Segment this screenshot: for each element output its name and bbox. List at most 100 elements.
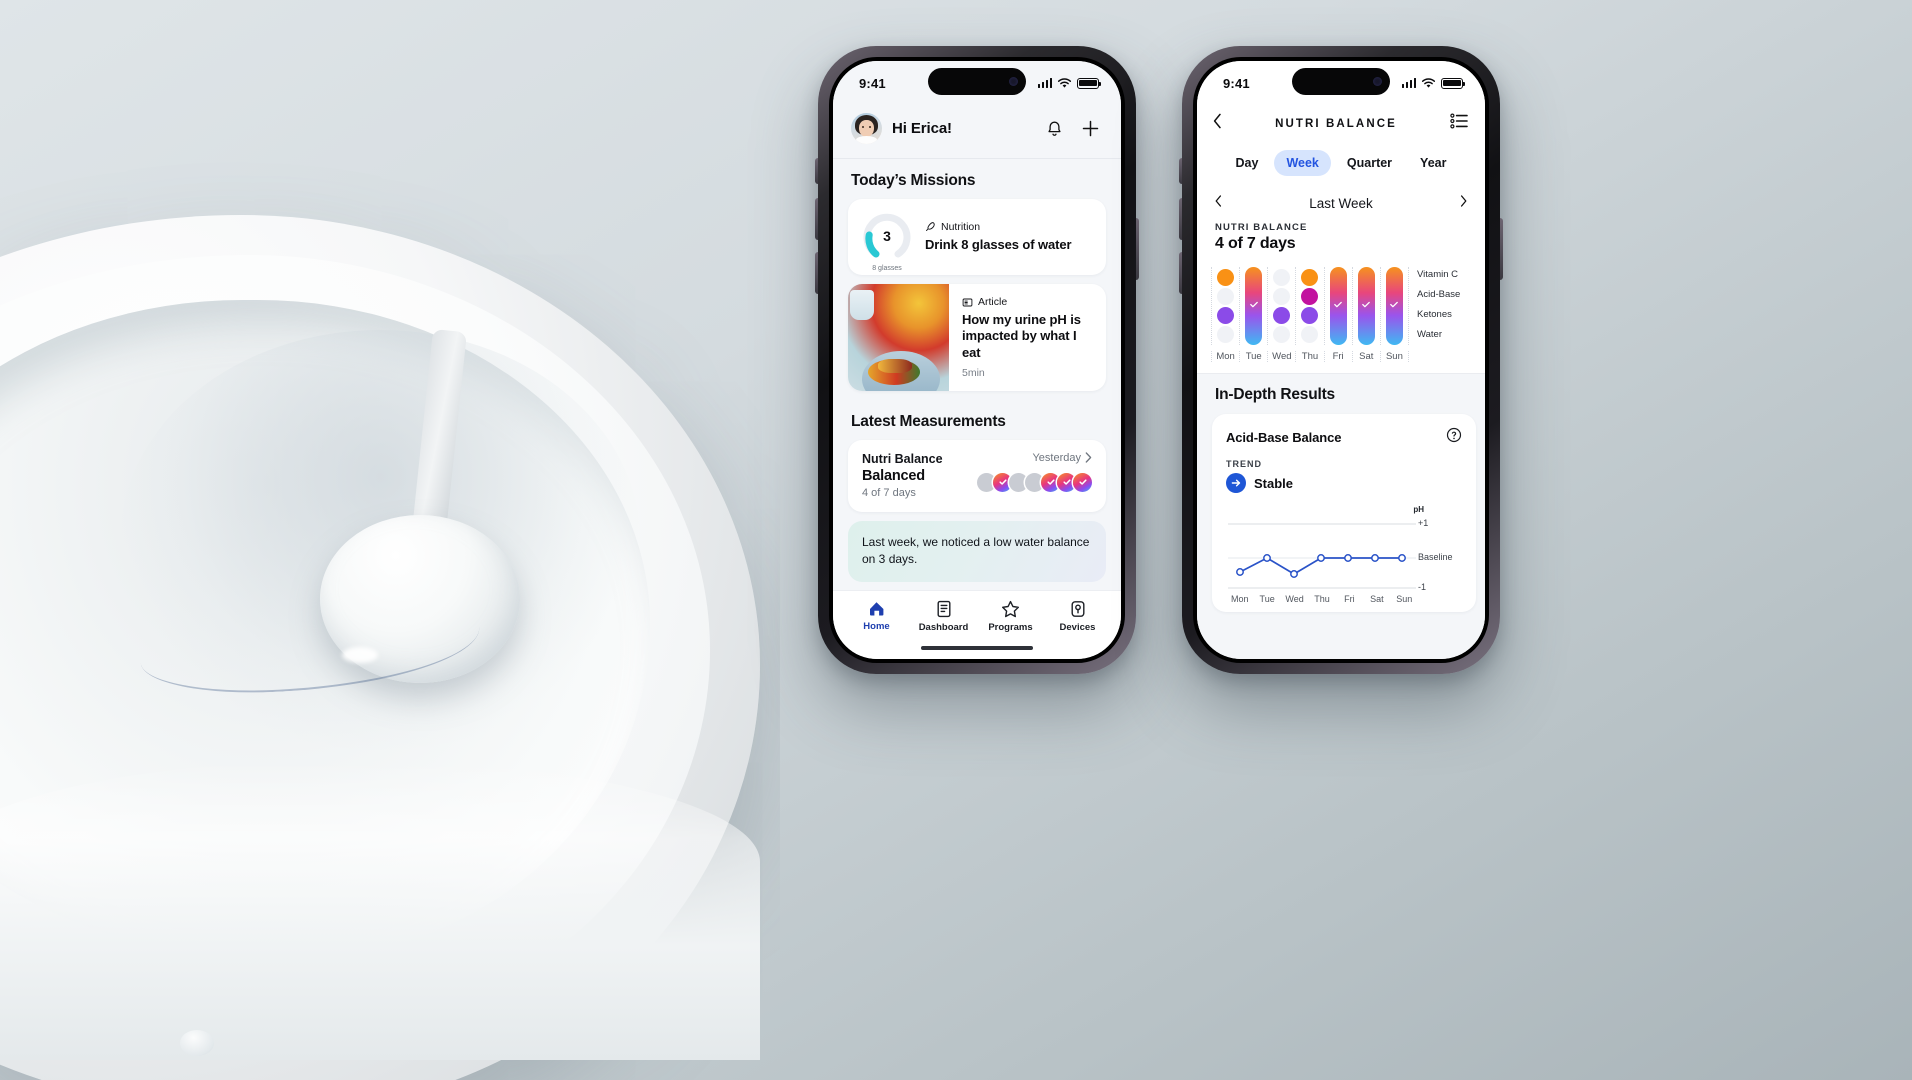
power-button[interactable] (1136, 218, 1139, 280)
line-day-thu: Thu (1314, 594, 1330, 604)
day-label-wed: Wed (1267, 351, 1295, 362)
mission-card-article[interactable]: Article How my urine pH is impacted by w… (848, 284, 1106, 391)
result-card-trend: Stable (1226, 473, 1462, 493)
back-button[interactable] (1213, 113, 1222, 134)
check-icon (998, 479, 1007, 485)
result-card-trend-label: Stable (1254, 475, 1294, 491)
cellular-bars-icon (1401, 78, 1416, 88)
result-card-title: Acid-Base Balance (1226, 430, 1342, 445)
check-icon (1078, 479, 1087, 485)
results-card-carousel[interactable]: Acid-Base Balance TREND Stable pH +1 Bas… (1197, 414, 1485, 612)
result-card-header: Acid-Base Balance (1226, 427, 1462, 448)
tab-home[interactable]: Home (843, 600, 910, 633)
bar-column-mon[interactable] (1211, 267, 1239, 345)
silent-switch[interactable] (1179, 158, 1182, 184)
volume-up-button[interactable] (815, 198, 818, 240)
help-circle-icon[interactable] (1446, 427, 1462, 448)
segment-ketones (1273, 307, 1291, 324)
day-label-thu: Thu (1295, 351, 1323, 362)
bar-full-gradient (1357, 267, 1375, 345)
cellular-bars-icon (1037, 78, 1052, 88)
bell-icon[interactable] (1041, 116, 1067, 142)
phone-home-mockup: 9:41 Hi Erica! Today’s Missions 3 8 glas… (815, 46, 1139, 674)
tab-dashboard[interactable]: Dashboard (910, 600, 977, 633)
nutri-balance-detail-screen: 9:41 NUTRI BALANCE Day Week Quarter Year (1197, 61, 1485, 659)
silent-switch[interactable] (815, 158, 818, 184)
day-dot (1073, 472, 1092, 492)
week-day-dots (977, 472, 1092, 492)
article-kicker-label: Article (978, 296, 1008, 308)
volume-down-button[interactable] (1179, 252, 1182, 294)
bar-chart-day-axis: Mon Tue Wed Thu Fri Sat Sun (1197, 345, 1485, 374)
measurement-header: Nutri Balance Yesterday (862, 452, 1092, 466)
bar-column-wed[interactable] (1267, 267, 1295, 345)
phone-detail-mockup: 9:41 NUTRI BALANCE Day Week Quarter Year (1179, 46, 1503, 674)
mission-body: Nutrition Drink 8 glasses of water (925, 221, 1092, 253)
summary-kicker: NUTRI BALANCE (1197, 222, 1485, 233)
day-label-mon: Mon (1211, 351, 1239, 362)
page-title: NUTRI BALANCE (1275, 117, 1397, 130)
bar-stack-complete (1329, 267, 1347, 345)
legend-ketones: Ketones (1417, 309, 1452, 321)
bar-column-tue[interactable] (1239, 267, 1267, 345)
segment-acid-base (1273, 288, 1291, 305)
power-button[interactable] (1500, 218, 1503, 280)
dashboard-icon (937, 600, 951, 618)
list-options-icon[interactable] (1450, 113, 1469, 134)
bar-full-gradient (1245, 267, 1263, 345)
range-tab-year[interactable]: Year (1408, 150, 1458, 176)
wifi-icon (1057, 77, 1072, 88)
plus-icon[interactable] (1077, 116, 1103, 142)
dynamic-island (928, 68, 1026, 95)
home-indicator[interactable] (833, 637, 1121, 659)
status-bar: 9:41 (1197, 61, 1485, 105)
front-camera-icon (1373, 77, 1382, 86)
legend-water: Water (1417, 329, 1442, 341)
volume-up-button[interactable] (1179, 198, 1182, 240)
range-tab-day[interactable]: Day (1224, 150, 1271, 176)
measurement-card-nutri-balance[interactable]: Nutri Balance Yesterday Balanced 4 of 7 … (848, 439, 1106, 512)
bar-column-fri[interactable] (1323, 267, 1352, 345)
line-day-fri: Fri (1344, 594, 1355, 604)
measurement-subtext: 4 of 7 days (862, 486, 916, 499)
device-icon (1071, 601, 1085, 617)
status-time: 9:41 (1223, 75, 1250, 91)
ph-unit-label: pH (1413, 505, 1424, 514)
product-photo-background (0, 0, 780, 1080)
prev-week-button[interactable] (1215, 194, 1222, 212)
measurements-section-title: Latest Measurements (851, 412, 1006, 430)
check-icon (1361, 297, 1372, 315)
ph-trend-line-chart: +1 Baseline -1 (1226, 516, 1462, 594)
bar-column-sat[interactable] (1351, 267, 1380, 345)
mission-card-nutrition[interactable]: 3 8 glasses Nutrition Drink 8 glasses of… (848, 199, 1106, 275)
status-bar: 9:41 (833, 61, 1121, 105)
in-depth-results-section: In-Depth Results Acid-Base Balance TREND (1197, 374, 1485, 659)
bar-column-thu[interactable] (1295, 267, 1323, 345)
bowl-front-edge (0, 760, 760, 1060)
check-icon (1046, 479, 1055, 485)
arrow-right-icon (1226, 473, 1246, 493)
article-body: Article How my urine pH is impacted by w… (949, 284, 1106, 391)
result-card-acid-base[interactable]: Acid-Base Balance TREND Stable pH +1 Bas… (1212, 414, 1476, 612)
tab-programs[interactable]: Programs (977, 600, 1044, 633)
article-thumbnail (848, 284, 949, 391)
next-week-button[interactable] (1460, 194, 1467, 212)
range-tab-quarter[interactable]: Quarter (1335, 150, 1404, 176)
tab-devices[interactable]: Devices (1044, 600, 1111, 633)
bar-column-sun[interactable] (1379, 267, 1409, 345)
data-point-sat (1371, 554, 1379, 562)
app-header: Hi Erica! (833, 105, 1121, 159)
tab-programs-label: Programs (988, 622, 1033, 633)
bar-full-gradient (1385, 267, 1403, 345)
avatar[interactable] (851, 113, 882, 144)
bar-stack-complete (1357, 267, 1375, 345)
bar-stack (1273, 267, 1291, 345)
nutrition-icon (926, 222, 935, 232)
home-scroll-area[interactable]: Today’s Missions 3 8 glasses Nutrition D (833, 159, 1121, 590)
home-screen: 9:41 Hi Erica! Today’s Missions 3 8 glas… (833, 61, 1121, 659)
range-tab-week[interactable]: Week (1274, 150, 1331, 176)
volume-down-button[interactable] (815, 252, 818, 294)
measurement-status: Balanced (862, 467, 925, 484)
article-duration: 5min (962, 366, 985, 379)
bar-stack (1217, 267, 1235, 345)
